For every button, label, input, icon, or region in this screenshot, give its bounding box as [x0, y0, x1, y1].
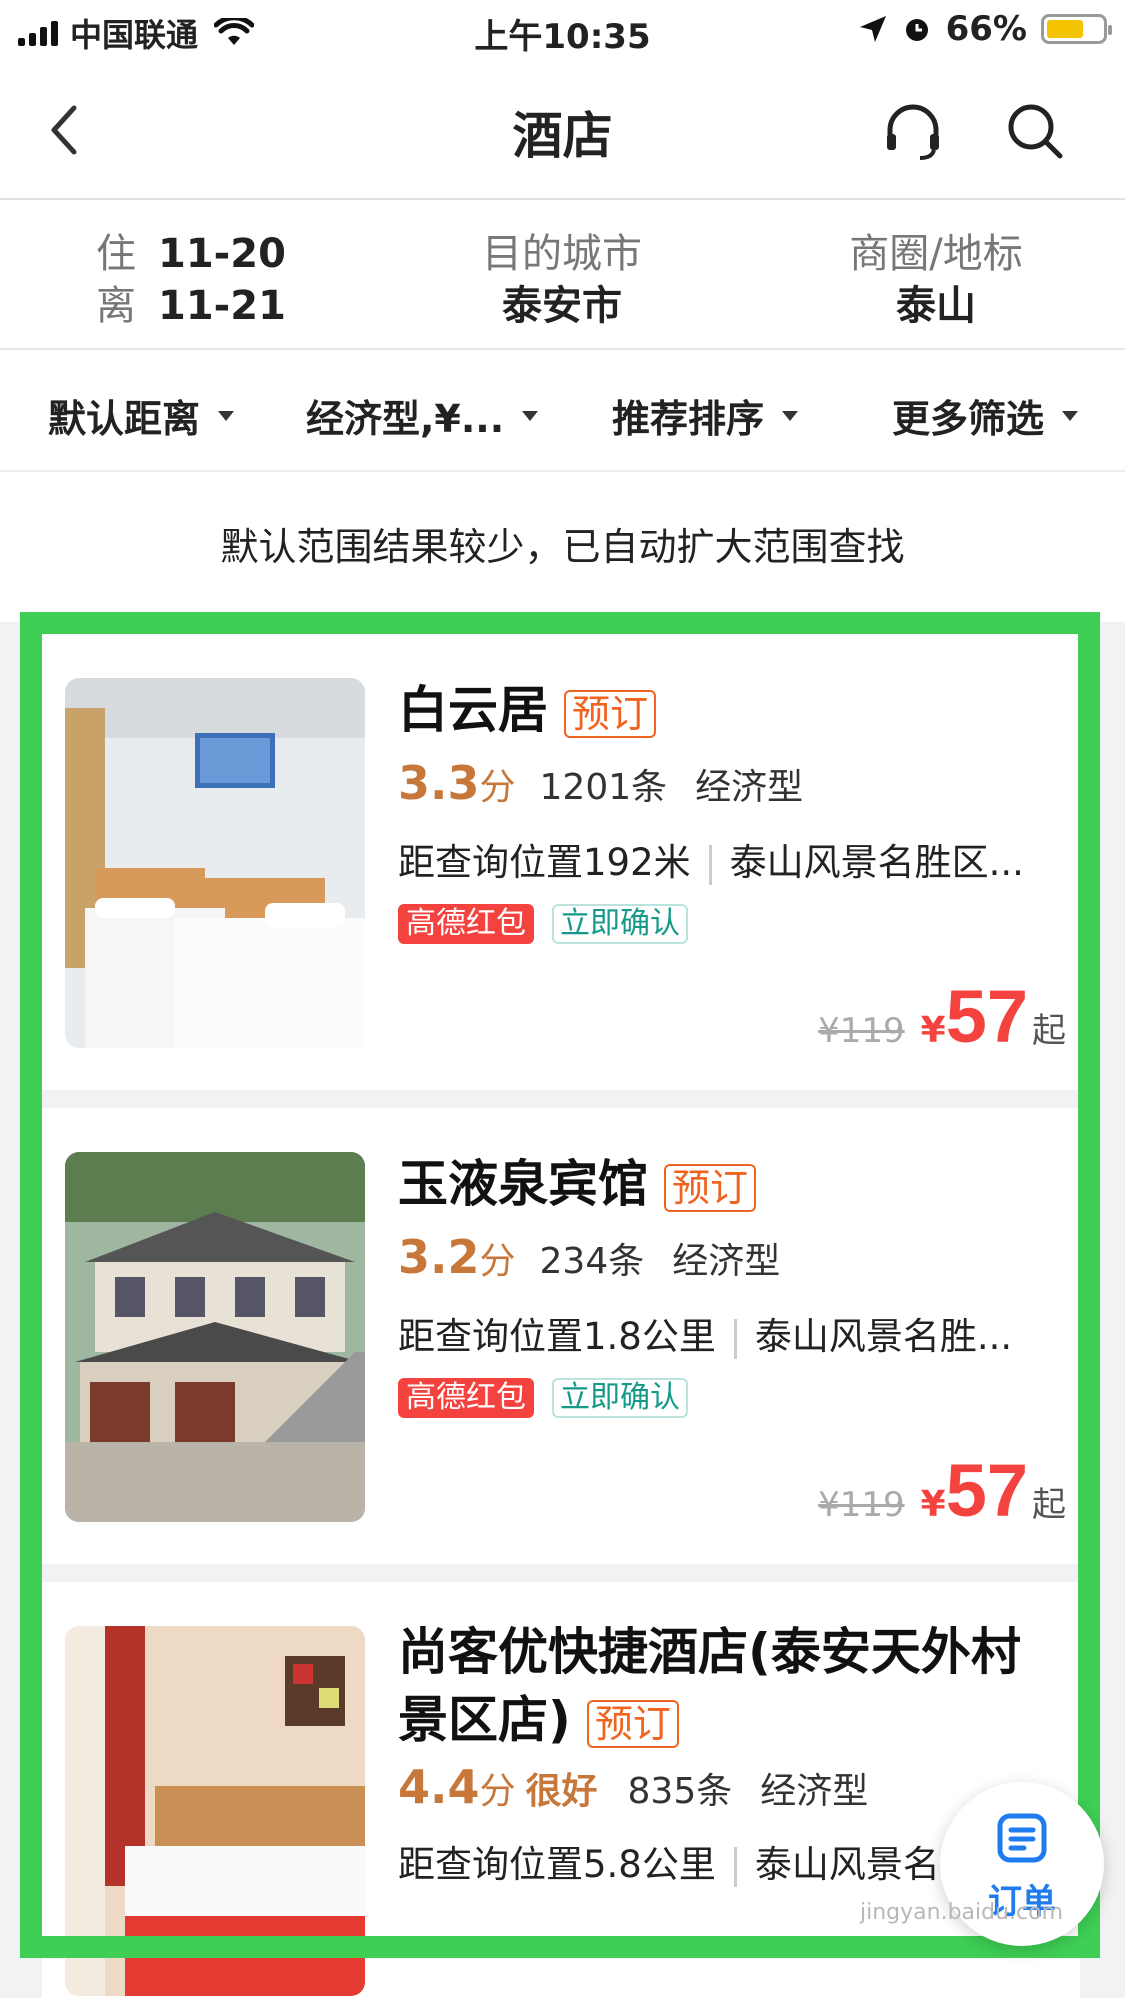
hotel-tags: 高德红包 立即确认	[398, 1378, 688, 1418]
score-unit: 分	[479, 767, 516, 808]
search-icon[interactable]	[1004, 100, 1066, 162]
city-selector[interactable]: 目的城市 泰安市	[412, 228, 712, 332]
price-suffix: 起	[1032, 1485, 1066, 1525]
score-value: 4.4	[398, 1760, 480, 1814]
status-right: 66%	[858, 9, 1112, 49]
redpacket-tag: 高德红包	[398, 1378, 534, 1418]
divider	[708, 844, 712, 885]
score-unit: 分	[479, 1771, 516, 1812]
divider	[733, 1318, 737, 1359]
hotel-photo	[65, 1626, 365, 1996]
city-value: 泰安市	[502, 283, 622, 329]
city-label: 目的城市	[482, 231, 642, 277]
hotel-name: 白云居 预订	[398, 676, 657, 744]
book-tag: 预订	[586, 1699, 679, 1748]
currency-symbol: ¥	[920, 1484, 946, 1525]
hotel-score-row: 3.2分 234条 经济型	[398, 1230, 780, 1284]
distance-text: 距查询位置192米	[398, 841, 691, 884]
hotel-card[interactable]: 玉液泉宾馆 预订 3.2分 234条 经济型 距查询位置1.8公里 泰山风景名胜... …	[42, 1108, 1080, 1564]
hotel-distance-row: 距查询位置192米 泰山风景名胜区...	[398, 832, 1058, 886]
area-value: 泰山	[896, 283, 976, 329]
order-list-icon	[997, 1813, 1047, 1863]
area-label: 商圈/地标	[849, 231, 1023, 277]
review-count: 835条	[627, 1771, 733, 1812]
book-tag: 预订	[664, 1163, 757, 1212]
distance-text: 距查询位置5.8公里	[398, 1843, 716, 1886]
hotel-name: 玉液泉宾馆 预订	[398, 1150, 757, 1218]
hotel-name: 尚客优快捷酒店(泰安天外村景区店) 预订	[398, 1618, 1058, 1754]
headset-icon[interactable]	[882, 100, 944, 162]
book-tag: 预订	[564, 689, 657, 738]
original-price: ¥119	[818, 1485, 905, 1525]
redpacket-tag: 高德红包	[398, 904, 534, 944]
watermark: jingyan.baidu.com	[860, 1900, 1064, 1925]
hotel-name-text: 尚客优快捷酒店(泰安天外村景区店)	[398, 1623, 1021, 1749]
confirm-tag: 立即确认	[552, 1378, 688, 1418]
distance-text: 距查询位置1.8公里	[398, 1315, 716, 1358]
hotel-card[interactable]: 尚客优快捷酒店(泰安天外村景区店) 预订 4.4分 很好 835条 经济型 距查询位置5…	[42, 1582, 1080, 1998]
checkout-label: 离	[96, 283, 136, 329]
score-unit: 分	[479, 1241, 516, 1282]
hotel-score-row: 4.4分 很好 835条 经济型	[398, 1760, 868, 1814]
hotel-category: 经济型	[672, 1241, 781, 1282]
hotel-photo	[65, 678, 365, 1048]
filter-bar: 默认距离 经济型,¥... 推荐排序 更多筛选	[0, 350, 1125, 472]
page-title: 酒店	[512, 107, 613, 165]
hotel-score-row: 3.3分 1201条 经济型	[398, 756, 803, 810]
filter-more[interactable]: 更多筛选	[892, 388, 1079, 443]
currency-symbol: ¥	[920, 1010, 946, 1051]
current-price: 57	[945, 975, 1028, 1058]
score-value: 3.3	[398, 756, 480, 810]
area-text: 泰山风景名	[754, 1843, 940, 1886]
review-count: 234条	[539, 1241, 645, 1282]
filter-label: 经济型,¥...	[306, 397, 505, 441]
hotel-card[interactable]: 白云居 预订 3.3分 1201条 经济型 距查询位置192米 泰山风景名胜区... 高…	[42, 634, 1080, 1090]
area-text: 泰山风景名胜...	[754, 1315, 1013, 1358]
caret-down-icon	[1062, 410, 1079, 421]
area-selector[interactable]: 商圈/地标 泰山	[786, 228, 1086, 332]
caret-down-icon	[218, 410, 235, 421]
checkin-date: 11-20	[158, 231, 286, 277]
checkin-label: 住	[96, 231, 136, 277]
price-suffix: 起	[1032, 1011, 1066, 1051]
hotel-price: ¥119 ¥57 起	[818, 974, 1066, 1059]
hotel-category: 经济型	[760, 1771, 869, 1812]
filter-label: 更多筛选	[892, 397, 1045, 441]
filter-price-star[interactable]: 经济型,¥...	[306, 388, 539, 443]
filter-label: 推荐排序	[612, 397, 765, 441]
nav-bar: 酒店	[0, 60, 1125, 200]
range-notice: 默认范围结果较少，已自动扩大范围查找	[0, 472, 1125, 622]
hotel-tags: 高德红包 立即确认	[398, 904, 688, 944]
location-arrow-icon	[859, 16, 886, 42]
original-price: ¥119	[818, 1011, 905, 1051]
divider	[733, 1846, 737, 1887]
caret-down-icon	[782, 410, 799, 421]
hotel-distance-row: 距查询位置1.8公里 泰山风景名胜...	[398, 1306, 1058, 1360]
hotel-distance-row: 距查询位置5.8公里 泰山风景名	[398, 1834, 958, 1888]
checkout-date: 11-21	[158, 283, 286, 329]
hotel-name-text: 白云居	[398, 681, 548, 739]
score-value: 3.2	[398, 1230, 480, 1284]
hotel-name-text: 玉液泉宾馆	[398, 1155, 648, 1213]
search-info-bar: 住 11-20 离 11-21 目的城市 泰安市 商圈/地标 泰山	[0, 200, 1125, 350]
hotel-photo	[65, 1152, 365, 1522]
filter-label: 默认距离	[48, 397, 201, 441]
status-bar: 中国联通 上午10:35 66%	[0, 0, 1125, 60]
battery-icon	[1041, 14, 1112, 44]
current-price: 57	[945, 1449, 1028, 1532]
confirm-tag: 立即确认	[552, 904, 688, 944]
caret-down-icon	[522, 410, 539, 421]
area-text: 泰山风景名胜区...	[729, 841, 1024, 884]
battery-percent: 66%	[945, 9, 1027, 49]
filter-distance[interactable]: 默认距离	[48, 388, 235, 443]
hotel-price: ¥119 ¥57 起	[818, 1448, 1066, 1533]
review-count: 1201条	[539, 767, 668, 808]
rating-word: 很好	[525, 1771, 598, 1812]
hotel-category: 经济型	[695, 767, 804, 808]
filter-sort[interactable]: 推荐排序	[612, 388, 799, 443]
alarm-icon	[905, 19, 928, 41]
date-selector[interactable]: 住 11-20 离 11-21	[96, 228, 286, 332]
